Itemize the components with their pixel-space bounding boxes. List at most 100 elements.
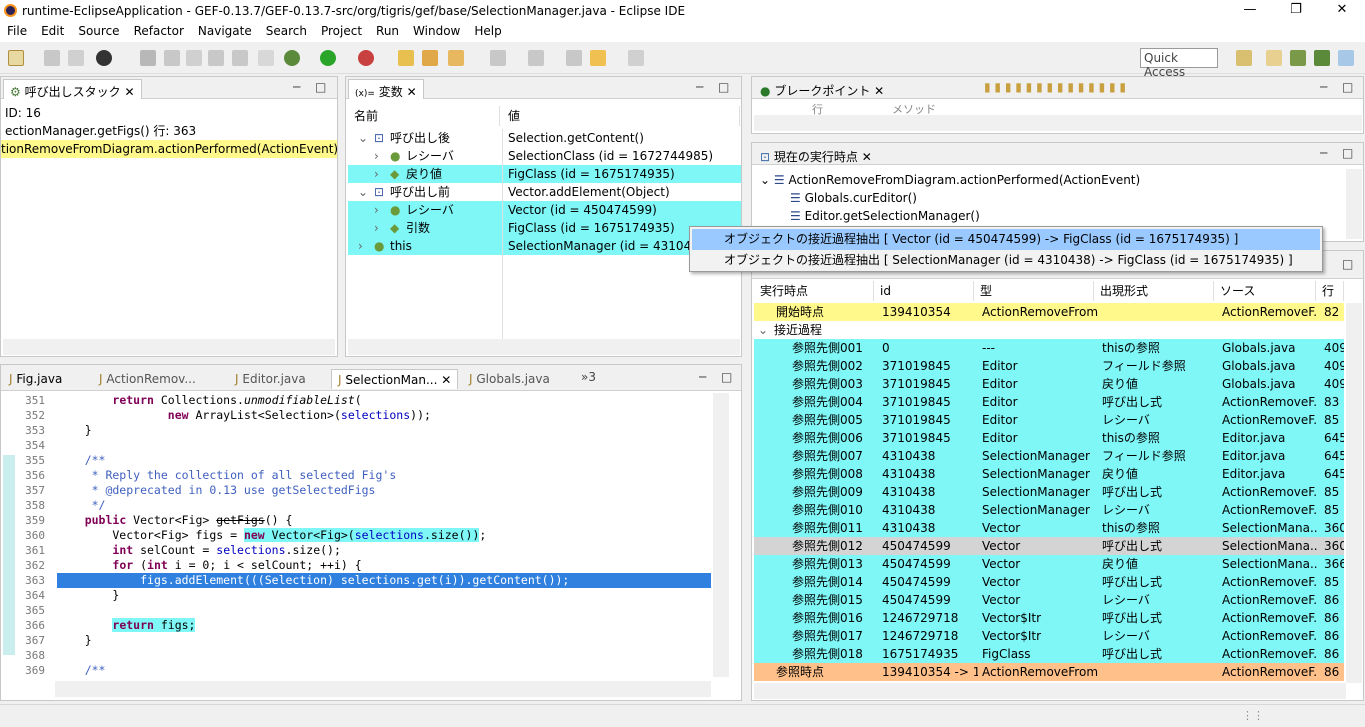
callstack-item[interactable]: ectionManager.getFigs() 行: 363 <box>1 122 337 140</box>
trace-row[interactable]: 参照先側009 4310438 SelectionManager 呼び出し式 Actio… <box>754 483 1344 501</box>
code-line[interactable]: int selCount = selections.size(); <box>57 543 711 558</box>
save-all-icon[interactable] <box>68 50 84 66</box>
java-perspective-icon[interactable] <box>1290 50 1306 66</box>
horizontal-scrollbar[interactable] <box>3 339 335 355</box>
exec-tree-item[interactable]: ☰ Globals.curEditor() <box>790 189 917 207</box>
java-ee-perspective-icon[interactable] <box>1266 50 1282 66</box>
save-icon[interactable] <box>44 50 60 66</box>
minimize-view-icon[interactable]: ─ <box>293 80 300 94</box>
trace-row[interactable]: 参照先側002 371019845 Editor フィールド参照 Globals.jav… <box>754 357 1344 375</box>
tab-selectionmanager[interactable]: J SelectionMan... ✕ <box>331 369 459 389</box>
minimize-view-icon[interactable]: ─ <box>696 80 703 94</box>
trace-row[interactable]: 参照時点 139410354 -> 1... ActionRemoveFrom...… <box>754 663 1344 681</box>
skip-breakpoints-icon[interactable] <box>140 50 156 66</box>
pilcrow-icon[interactable] <box>258 50 274 66</box>
horizontal-scrollbar[interactable] <box>754 115 1362 131</box>
debug-perspective-icon[interactable] <box>1314 50 1330 66</box>
code-line[interactable]: /** <box>57 663 711 678</box>
other-perspective-icon[interactable] <box>1338 50 1354 66</box>
wand-icon[interactable] <box>164 50 180 66</box>
variable-row[interactable]: › ◆ 引数 FigClass (id = 1675174935) <box>348 219 741 237</box>
trace-row[interactable]: 参照先側001 0 --- thisの参照 Globals.java 409 <box>754 339 1344 357</box>
trace-row[interactable]: 参照先側005 371019845 Editor レシーバ ActionRemoveF.… <box>754 411 1344 429</box>
trace-row[interactable]: 参照先側007 4310438 SelectionManager フィールド参照 Edi… <box>754 447 1344 465</box>
code-line[interactable]: return figs; <box>57 618 711 633</box>
close-icon[interactable]: ✕ <box>407 85 417 99</box>
horizontal-scrollbar[interactable] <box>754 683 1346 699</box>
tab-actionremove[interactable]: J ActionRemov... <box>93 369 202 389</box>
exec-tree-root[interactable]: ⌄ ☰ ActionRemoveFromDiagram.actionPerfor… <box>760 171 1140 189</box>
code-line[interactable]: Vector<Fig> figs = new Vector<Fig>(selec… <box>57 528 711 543</box>
trace-row[interactable]: 参照先側014 450474599 Vector 呼び出し式 ActionRemoveF… <box>754 573 1344 591</box>
variable-row[interactable]: › ● レシーバ SelectionClass (id = 1672744985) <box>348 147 741 165</box>
column-header-time[interactable]: 実行時点 <box>756 281 874 301</box>
trace-row[interactable]: 参照先側016 1246729718 Vector$Itr 呼び出し式 ActionRe… <box>754 609 1344 627</box>
trace-row[interactable]: 参照先側017 1246729718 Vector$Itr レシーバ ActionRem… <box>754 627 1344 645</box>
chevron-down-icon[interactable]: ⌄ <box>760 173 770 187</box>
expand-icon[interactable]: › <box>374 219 388 237</box>
trace-row[interactable]: 参照先側018 1675174935 FigClass 呼び出し式 ActionRemo… <box>754 645 1344 663</box>
code-line[interactable] <box>57 603 711 618</box>
column-header-value[interactable]: 値 <box>504 106 740 126</box>
variable-row[interactable]: › ● this SelectionManager (id = 4310438) <box>348 237 741 255</box>
horizontal-scrollbar[interactable] <box>55 681 711 697</box>
tab-fig-java[interactable]: J Fig.java <box>3 369 68 389</box>
code-line[interactable]: } <box>57 588 711 603</box>
column-header-line[interactable]: 行 <box>1318 281 1344 301</box>
code-line[interactable]: new ArrayList<Selection>(selections)); <box>57 408 711 423</box>
menu-refactor[interactable]: Refactor <box>127 22 191 38</box>
menu-help[interactable]: Help <box>467 22 508 38</box>
toggle-block-icon[interactable] <box>208 50 224 66</box>
external-tools-icon[interactable] <box>358 50 374 66</box>
minimize-view-icon[interactable]: ─ <box>1320 146 1327 160</box>
trace-row[interactable]: 参照先側013 450474599 Vector 戻り値 SelectionMana..… <box>754 555 1344 573</box>
maximize-button[interactable]: ❐ <box>1273 0 1319 22</box>
callstack-item[interactable]: ID: 16 <box>1 104 337 122</box>
profile-icon[interactable] <box>96 50 112 66</box>
code-line[interactable]: } <box>57 423 711 438</box>
trace-row[interactable]: 参照先側003 371019845 Editor 戻り値 Globals.java 409 <box>754 375 1344 393</box>
expand-icon[interactable]: ⌄ <box>358 183 372 201</box>
next-annotation-icon[interactable] <box>186 50 202 66</box>
open-perspective-icon[interactable] <box>1236 50 1252 66</box>
quick-access-field[interactable]: Quick Access <box>1140 48 1218 79</box>
debug-icon[interactable] <box>284 50 300 66</box>
variable-row[interactable]: › ● レシーバ Vector (id = 450474599) <box>348 201 741 219</box>
tab-editor-java[interactable]: J Editor.java <box>229 369 312 389</box>
close-icon[interactable]: ✕ <box>124 85 134 99</box>
back-icon[interactable] <box>590 50 606 66</box>
trace-row[interactable]: 参照先側015 450474599 Vector レシーバ ActionRemoveF.… <box>754 591 1344 609</box>
callstack-item[interactable]: tionRemoveFromDiagram.actionPerformed(Ac… <box>1 140 337 158</box>
vertical-scrollbar[interactable] <box>1346 169 1362 239</box>
toggle-mark-icon[interactable] <box>232 50 248 66</box>
new-package-icon[interactable] <box>398 50 414 66</box>
menu-search[interactable]: Search <box>259 22 314 38</box>
prev-edit-icon[interactable] <box>528 50 544 66</box>
column-header-id[interactable]: id <box>876 281 974 301</box>
expand-icon[interactable]: › <box>374 165 388 183</box>
tab-breakpoints[interactable]: ● ブレークポイント ✕ <box>754 79 890 99</box>
trace-row[interactable]: 開始時点 139410354 ActionRemoveFrom... ActionRe… <box>754 303 1344 321</box>
menu-file[interactable]: File <box>0 22 34 38</box>
code-line[interactable]: * Reply the collection of all selected F… <box>57 468 711 483</box>
expand-icon[interactable]: ⌄ <box>358 129 372 147</box>
code-line[interactable]: } <box>57 633 711 648</box>
code-line[interactable]: figs.addElement(((Selection) selections.… <box>57 573 711 588</box>
menu-item-extract-vector[interactable]: オブジェクトの接近過程抽出 [ Vector (id = 450474599) … <box>692 229 1320 250</box>
overview-ruler[interactable] <box>731 395 739 675</box>
next-edit-icon[interactable] <box>490 50 506 66</box>
trace-row[interactable]: 参照先側012 450474599 Vector 呼び出し式 SelectionMana… <box>754 537 1344 555</box>
code-line[interactable]: /** <box>57 453 711 468</box>
new-file-icon[interactable] <box>8 50 24 66</box>
column-header-name[interactable]: 名前 <box>350 106 500 126</box>
vertical-scrollbar[interactable] <box>713 393 729 677</box>
last-edit-icon[interactable] <box>566 50 582 66</box>
search-icon[interactable] <box>448 50 464 66</box>
menu-source[interactable]: Source <box>71 22 126 38</box>
maximize-view-icon[interactable]: □ <box>1342 257 1353 271</box>
minimize-button[interactable]: — <box>1227 0 1273 22</box>
vertical-scrollbar[interactable] <box>1346 303 1362 683</box>
tab-exec-point[interactable]: ⊡ 現在の実行時点 ✕ <box>754 145 878 165</box>
variable-row[interactable]: › ◆ 戻り値 FigClass (id = 1675174935) <box>348 165 741 183</box>
open-type-icon[interactable] <box>422 50 438 66</box>
